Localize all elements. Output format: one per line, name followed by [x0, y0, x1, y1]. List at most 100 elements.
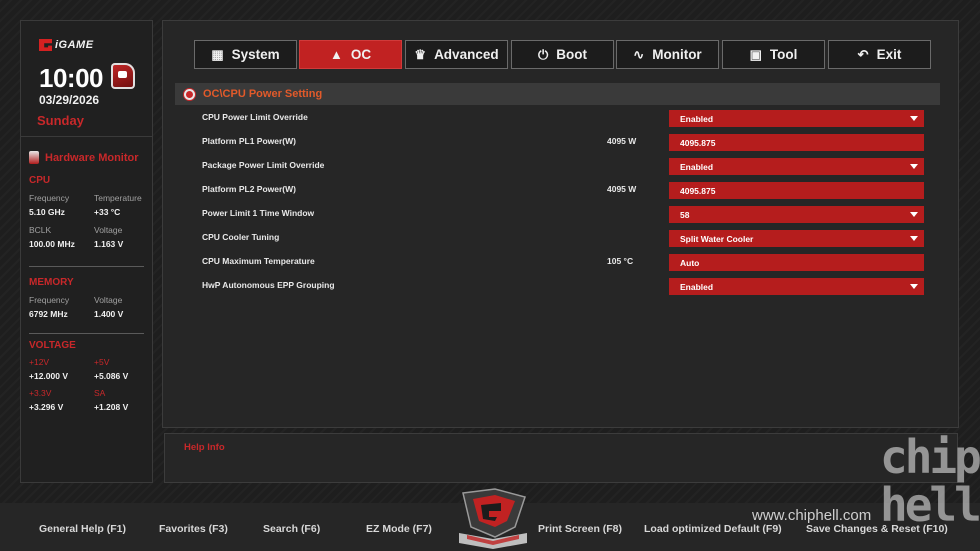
setting-label: Power Limit 1 Time Window — [202, 208, 315, 218]
hardware-monitor-title-text: Hardware Monitor — [45, 151, 139, 164]
cpu-temperature-label: Temperature — [94, 193, 142, 203]
platform-pl2-power-input[interactable]: 4095.875 — [669, 182, 924, 199]
setting-value: Enabled — [680, 113, 714, 124]
hardware-monitor-title: Hardware Monitor — [29, 151, 139, 164]
setting-label: CPU Cooler Tuning — [202, 232, 280, 242]
power-limit-1-time-window-select[interactable]: 58 — [669, 206, 924, 223]
tab-advanced[interactable]: ♛ Advanced — [405, 40, 508, 69]
cpu-frequency-label: Frequency — [29, 193, 70, 203]
setting-max-value: 4095 W — [607, 136, 637, 146]
hwp-autonomous-epp-grouping-select[interactable]: Enabled — [669, 278, 924, 295]
memory-section-label: MEMORY — [29, 277, 74, 288]
dropdown-arrow-icon — [910, 164, 918, 169]
setting-row-platform-pl2-power: Platform PL2 Power(W) 4095 W 4095.875 — [202, 182, 924, 199]
v33-value: +3.296 V — [29, 402, 64, 412]
setting-value: Enabled — [680, 161, 714, 172]
tab-exit[interactable]: ↶ Exit — [828, 40, 931, 69]
clock-day: Sunday — [37, 113, 84, 128]
setting-label: CPU Power Limit Override — [202, 112, 308, 122]
hardware-monitor-icon — [29, 151, 39, 164]
memory-voltage-label: Voltage — [94, 295, 123, 305]
tab-system-label: System — [231, 47, 280, 62]
tab-monitor[interactable]: ∿ Monitor — [616, 40, 719, 69]
memory-frequency-value: 6792 MHz — [29, 309, 68, 319]
search-button[interactable]: Search (F6) — [263, 523, 320, 535]
oc-badge-icon — [184, 88, 195, 100]
ez-mode-button[interactable]: EZ Mode (F7) — [366, 523, 432, 535]
setting-value: 58 — [680, 209, 690, 220]
print-screen-button[interactable]: Print Screen (F8) — [538, 523, 622, 535]
breadcrumb: OC\CPU Power Setting — [175, 83, 940, 105]
v12-label: +12V — [29, 357, 50, 367]
setting-label: Platform PL2 Power(W) — [202, 184, 296, 194]
cpu-section-label: CPU — [29, 175, 51, 186]
power-icon: ⏻ — [537, 47, 549, 62]
dropdown-arrow-icon — [910, 236, 918, 241]
setting-value: Auto — [680, 257, 700, 268]
brand-logo: iGAME — [39, 38, 94, 52]
dropdown-arrow-icon — [910, 212, 918, 217]
crown-icon: ♛ — [414, 47, 427, 62]
tab-monitor-label: Monitor — [652, 47, 702, 62]
cpu-voltage-value: 1.163 V — [94, 239, 124, 249]
package-power-limit-override-select[interactable]: Enabled — [669, 158, 924, 175]
load-optimized-default-button[interactable]: Load optimized Default (F9) — [644, 523, 782, 535]
cpu-frequency-value: 5.10 GHz — [29, 207, 65, 217]
setting-row-cpu-maximum-temperature: CPU Maximum Temperature 105 °C Auto — [202, 254, 924, 271]
monitor-wave-icon: ∿ — [633, 47, 645, 62]
setting-row-cpu-cooler-tuning: CPU Cooler Tuning Split Water Cooler — [202, 230, 924, 247]
igame-logo-icon — [39, 38, 53, 52]
cpu-cooler-tuning-select[interactable]: Split Water Cooler — [669, 230, 924, 247]
setting-value: 4095.875 — [680, 185, 716, 196]
setting-max-value: 4095 W — [607, 184, 637, 194]
platform-pl1-power-input[interactable]: 4095.875 — [669, 134, 924, 151]
watermark-url: www.chiphell.com — [752, 507, 872, 524]
setting-row-power-limit-1-time-window: Power Limit 1 Time Window 58 — [202, 206, 924, 223]
setting-row-cpu-power-limit-override: CPU Power Limit Override Enabled — [202, 110, 924, 127]
clock-section: iGAME 10:00 03/29/2026 Sunday — [21, 21, 152, 137]
tab-advanced-label: Advanced — [434, 47, 499, 62]
main-panel: ▦ System ▲ OC ♛ Advanced ⏻ Boot ∿ Monito… — [162, 20, 959, 428]
cpu-bclk-value: 100.00 MHz — [29, 239, 75, 249]
back-arrow-icon: ↶ — [857, 47, 869, 62]
igame-emblem-icon — [459, 488, 527, 549]
cpu-bclk-label: BCLK — [29, 225, 52, 235]
setting-max-value: 105 °C — [607, 256, 634, 266]
tab-oc-label: OC — [350, 47, 372, 62]
divider — [29, 266, 144, 267]
clock-date: 03/29/2026 — [39, 93, 100, 107]
brand-logo-text: iGAME — [55, 39, 94, 51]
breadcrumb-text: OC\CPU Power Setting — [203, 88, 323, 100]
cpu-maximum-temperature-input[interactable]: Auto — [669, 254, 924, 271]
cpu-power-limit-override-select[interactable]: Enabled — [669, 110, 924, 127]
setting-row-platform-pl1-power: Platform PL1 Power(W) 4095 W 4095.875 — [202, 134, 924, 151]
tab-tool[interactable]: ▣ Tool — [722, 40, 825, 69]
tab-system[interactable]: ▦ System — [194, 40, 297, 69]
hardware-monitor-panel: iGAME 10:00 03/29/2026 Sunday Hardware M… — [20, 20, 153, 483]
rocket-icon: ▲ — [329, 47, 343, 62]
setting-label: Package Power Limit Override — [202, 160, 325, 170]
v5-value: +5.086 V — [94, 371, 129, 381]
sa-value: +1.208 V — [94, 402, 129, 412]
cpu-voltage-label: Voltage — [94, 225, 123, 235]
voltage-section-label: VOLTAGE — [29, 340, 76, 351]
help-info-panel: Help Info — [164, 433, 958, 483]
tab-oc[interactable]: ▲ OC — [299, 40, 402, 69]
tab-boot[interactable]: ⏻ Boot — [511, 40, 614, 69]
tab-boot-label: Boot — [556, 47, 588, 62]
setting-row-hwp-autonomous-epp-grouping: HwP Autonomous EPP Grouping Enabled — [202, 278, 924, 295]
setting-label: CPU Maximum Temperature — [202, 256, 315, 266]
favorites-button[interactable]: Favorites (F3) — [159, 523, 228, 535]
general-help-button[interactable]: General Help (F1) — [39, 523, 126, 535]
memory-voltage-value: 1.400 V — [94, 309, 124, 319]
setting-row-package-power-limit-override: Package Power Limit Override Enabled — [202, 158, 924, 175]
watermark-logo: chip hell — [880, 430, 980, 532]
sa-label: SA — [94, 388, 106, 398]
setting-value: Split Water Cooler — [680, 233, 754, 244]
tab-exit-label: Exit — [876, 47, 902, 62]
toolbox-icon: ▣ — [749, 47, 762, 62]
setting-value: Enabled — [680, 281, 714, 292]
setting-value: 4095.875 — [680, 137, 716, 148]
dropdown-arrow-icon — [910, 116, 918, 121]
tab-tool-label: Tool — [769, 47, 798, 62]
